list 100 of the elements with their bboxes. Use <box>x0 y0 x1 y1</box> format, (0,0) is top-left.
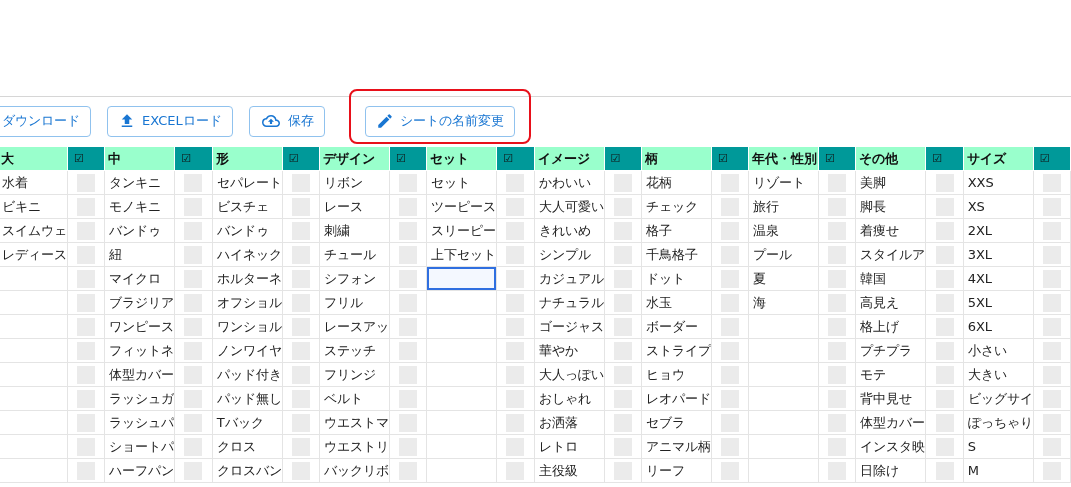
table-cell[interactable]: レディース <box>0 242 68 267</box>
table-cell[interactable]: モテ <box>855 362 926 387</box>
table-cell[interactable]: シンプル <box>534 242 605 267</box>
table-cell[interactable]: XS <box>963 194 1034 219</box>
table-cell[interactable]: おしゃれ <box>534 386 605 411</box>
table-cell[interactable]: ストライプ <box>641 338 712 363</box>
table-cell[interactable]: 大人可愛い <box>534 194 605 219</box>
table-cell[interactable] <box>0 410 68 435</box>
table-cell[interactable] <box>426 386 497 411</box>
upload-button[interactable]: EXCELロード <box>107 105 233 137</box>
table-cell[interactable]: 大人っぽい <box>534 362 605 387</box>
table-cell[interactable] <box>748 362 819 387</box>
table-cell[interactable]: セット <box>426 170 497 195</box>
table-cell[interactable] <box>0 386 68 411</box>
table-cell[interactable]: レオパード <box>641 386 712 411</box>
table-cell[interactable]: お洒落 <box>534 410 605 435</box>
table-cell[interactable]: フリンジ <box>319 362 390 387</box>
table-cell[interactable]: 6XL <box>963 314 1034 339</box>
table-cell[interactable] <box>748 410 819 435</box>
table-cell[interactable]: 上下セット <box>426 242 497 267</box>
table-cell[interactable]: リゾート <box>748 170 819 195</box>
table-cell[interactable]: 韓国 <box>855 266 926 291</box>
table-cell[interactable]: ノンワイヤ <box>212 338 283 363</box>
table-cell[interactable] <box>426 458 497 483</box>
table-cell[interactable]: M <box>963 458 1034 483</box>
table-cell[interactable] <box>0 362 68 387</box>
table-cell[interactable]: ラッシュパ <box>104 410 175 435</box>
table-cell[interactable]: 5XL <box>963 290 1034 315</box>
table-cell[interactable]: フリル <box>319 290 390 315</box>
table-cell[interactable]: チュール <box>319 242 390 267</box>
table-cell[interactable]: 夏 <box>748 266 819 291</box>
table-cell[interactable] <box>0 314 68 339</box>
table-cell[interactable]: 主役級 <box>534 458 605 483</box>
table-cell[interactable]: 華やか <box>534 338 605 363</box>
table-cell[interactable]: バンドゥ <box>104 218 175 243</box>
table-cell[interactable] <box>0 434 68 459</box>
table-cell[interactable]: ハーフパン <box>104 458 175 483</box>
table-cell[interactable] <box>748 458 819 483</box>
table-cell[interactable]: ブラジリア <box>104 290 175 315</box>
table-cell[interactable]: 背中見せ <box>855 386 926 411</box>
table-cell[interactable]: 2XL <box>963 218 1034 243</box>
table-cell[interactable]: クロスバン <box>212 458 283 483</box>
table-cell[interactable]: ビッグサイ <box>963 386 1034 411</box>
table-cell[interactable]: S <box>963 434 1034 459</box>
table-cell[interactable]: 着痩せ <box>855 218 926 243</box>
table-cell[interactable]: パッド無し <box>212 386 283 411</box>
table-cell[interactable] <box>0 338 68 363</box>
table-cell[interactable]: ワンショル <box>212 314 283 339</box>
table-cell[interactable]: 海 <box>748 290 819 315</box>
table-cell[interactable] <box>748 434 819 459</box>
table-cell[interactable]: ベルト <box>319 386 390 411</box>
table-cell[interactable] <box>748 338 819 363</box>
table-cell[interactable]: ラッシュガ <box>104 386 175 411</box>
table-cell[interactable] <box>0 458 68 483</box>
table-cell[interactable] <box>0 266 68 291</box>
table-cell[interactable]: 花柄 <box>641 170 712 195</box>
table-cell[interactable]: 温泉 <box>748 218 819 243</box>
table-cell[interactable]: リボン <box>319 170 390 195</box>
table-cell[interactable]: ツーピース <box>426 194 497 219</box>
table-cell[interactable] <box>748 314 819 339</box>
table-cell[interactable]: 高見え <box>855 290 926 315</box>
table-cell[interactable]: シフォン <box>319 266 390 291</box>
table-cell[interactable]: モノキニ <box>104 194 175 219</box>
table-cell[interactable]: 体型カバー <box>855 410 926 435</box>
table-cell[interactable]: レースアッ <box>319 314 390 339</box>
table-cell[interactable]: ボーダー <box>641 314 712 339</box>
table-cell[interactable]: プール <box>748 242 819 267</box>
table-cell[interactable]: ドット <box>641 266 712 291</box>
table-cell[interactable]: きれいめ <box>534 218 605 243</box>
table-cell[interactable]: カジュアル <box>534 266 605 291</box>
table-cell[interactable] <box>426 410 497 435</box>
table-cell[interactable]: 千鳥格子 <box>641 242 712 267</box>
table-cell[interactable]: リーフ <box>641 458 712 483</box>
table-cell[interactable]: ワンピース <box>104 314 175 339</box>
table-cell[interactable]: ハイネック <box>212 242 283 267</box>
table-cell[interactable]: ナチュラル <box>534 290 605 315</box>
table-cell[interactable]: 刺繍 <box>319 218 390 243</box>
table-cell[interactable]: パッド付き <box>212 362 283 387</box>
table-cell[interactable]: バンドゥ <box>212 218 283 243</box>
table-cell[interactable] <box>426 314 497 339</box>
table-cell[interactable]: ウエストマ <box>319 410 390 435</box>
table-cell[interactable]: 格子 <box>641 218 712 243</box>
table-cell[interactable]: 紐 <box>104 242 175 267</box>
table-cell[interactable]: ヒョウ <box>641 362 712 387</box>
download-button[interactable]: ダウンロード <box>0 105 91 137</box>
table-cell[interactable] <box>426 338 497 363</box>
table-cell[interactable]: 水着 <box>0 170 68 195</box>
table-cell[interactable]: クロス <box>212 434 283 459</box>
table-cell[interactable]: オフショル <box>212 290 283 315</box>
table-cell[interactable]: 旅行 <box>748 194 819 219</box>
table-cell[interactable]: レース <box>319 194 390 219</box>
table-cell[interactable]: 3XL <box>963 242 1034 267</box>
table-cell[interactable] <box>748 386 819 411</box>
table-cell[interactable]: ゴージャス <box>534 314 605 339</box>
cloud-button[interactable]: 保存 <box>248 105 325 137</box>
table-cell[interactable]: 日除け <box>855 458 926 483</box>
table-cell[interactable]: レトロ <box>534 434 605 459</box>
table-cell[interactable]: ステッチ <box>319 338 390 363</box>
table-cell[interactable]: ビキニ <box>0 194 68 219</box>
table-cell[interactable]: 格上げ <box>855 314 926 339</box>
